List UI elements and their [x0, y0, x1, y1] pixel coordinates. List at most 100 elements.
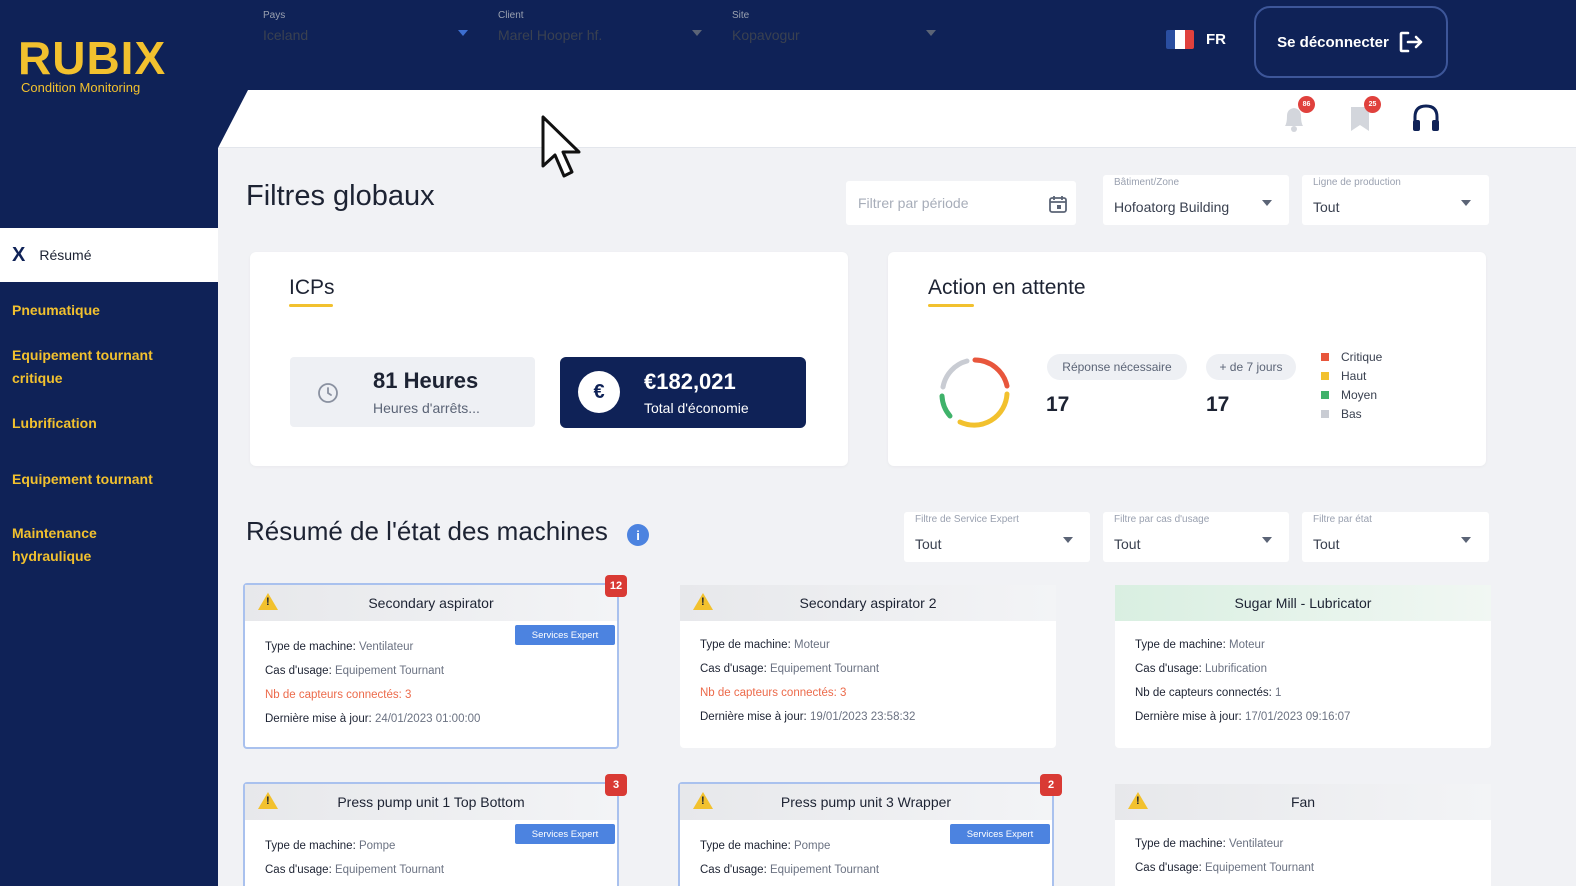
- machine-type-key: Type de machine:: [1135, 838, 1226, 850]
- sidebar-item-pneumatique[interactable]: Pneumatique: [12, 299, 202, 322]
- chevron-down-icon: [1063, 537, 1073, 543]
- chevron-down-icon: [1262, 537, 1272, 543]
- sidebar-item-equipement-tournant[interactable]: Equipement tournant: [12, 468, 202, 491]
- machine-updated-key: Dernière mise à jour:: [1135, 711, 1242, 723]
- sidebar-item-lubrification[interactable]: Lubrification: [12, 412, 202, 435]
- machine-sensors-line: Nb de capteurs connectés: 3: [700, 687, 846, 699]
- downtime-hours-kpi: 81 Heures Heures d'arrêts...: [290, 357, 535, 427]
- legend-label: Critique: [1341, 350, 1383, 364]
- support-button[interactable]: [1410, 102, 1440, 136]
- legend-label: Moyen: [1341, 388, 1378, 402]
- site-label: Site: [732, 10, 750, 21]
- machine-sensors-value: 3: [840, 687, 847, 699]
- close-icon[interactable]: X: [12, 244, 25, 267]
- country-select[interactable]: Pays Iceland: [263, 10, 473, 50]
- sidebar-item-equipement-tournant-critique[interactable]: Equipement tournant critique: [12, 344, 177, 390]
- usecase-filter-value: Tout: [1114, 536, 1141, 552]
- machine-usecase-line: Cas d'usage: Equipement Tournant: [700, 663, 879, 675]
- machine-card-press-pump-unit-3[interactable]: Press pump unit 3 Wrapper 2 Services Exp…: [678, 774, 1062, 886]
- machine-card-press-pump-unit-1[interactable]: Press pump unit 1 Top Bottom 3 Services …: [243, 774, 627, 886]
- machine-usecase-line: Cas d'usage: Equipement Tournant: [1135, 862, 1314, 874]
- machine-sensors-key: Nb de capteurs connectés:: [265, 689, 402, 701]
- machine-usecase-value: Equipement Tournant: [1204, 862, 1315, 874]
- machine-sensors-value: 1: [1275, 687, 1282, 699]
- services-expert-tag[interactable]: Services Expert: [515, 824, 615, 844]
- client-select[interactable]: Client Marel Hooper hf.: [498, 10, 708, 50]
- site-select[interactable]: Site Kopavogur: [732, 10, 942, 50]
- service-expert-filter-value: Tout: [915, 536, 942, 552]
- rubix-logo[interactable]: RUBIX Condition Monitoring: [18, 35, 166, 95]
- client-value: Marel Hooper hf.: [498, 27, 603, 43]
- legend-swatch: [1321, 391, 1329, 399]
- machine-usecase-value: Equipement Tournant: [769, 663, 880, 675]
- sidebar-item-resume[interactable]: X Résumé: [0, 228, 218, 282]
- services-expert-tag[interactable]: Services Expert: [515, 625, 615, 645]
- machine-usecase-key: Cas d'usage:: [1135, 663, 1202, 675]
- production-line-label: Ligne de production: [1313, 177, 1401, 188]
- machine-type-line: Type de machine: Ventilateur: [265, 641, 413, 653]
- production-line-filter[interactable]: Ligne de production Tout: [1302, 175, 1489, 225]
- machine-card-secondary-aspirator-2[interactable]: Secondary aspirator 2 Type de machine: M…: [680, 585, 1056, 748]
- building-label: Bâtiment/Zone: [1114, 177, 1180, 188]
- warning-icon: [258, 792, 278, 809]
- period-filter[interactable]: Filtrer par période: [846, 181, 1076, 225]
- machine-updated-line: Dernière mise à jour: 24/01/2023 01:00:0…: [265, 713, 480, 725]
- machine-usecase-line: Cas d'usage: Equipement Tournant: [265, 864, 444, 876]
- legend-item-haut: Haut: [1321, 369, 1366, 383]
- machine-type-value: Ventilateur: [1228, 838, 1284, 850]
- machine-updated-key: Dernière mise à jour:: [700, 711, 807, 723]
- legend-label: Haut: [1341, 369, 1367, 383]
- machine-sensors-line: Nb de capteurs connectés: 1: [1135, 687, 1281, 699]
- page-title: Filtres globaux: [246, 180, 435, 212]
- machine-updated-line: Dernière mise à jour: 17/01/2023 09:16:0…: [1135, 711, 1350, 723]
- usecase-filter[interactable]: Filtre par cas d'usage Tout: [1103, 512, 1289, 562]
- building-value: Hofoatorg Building: [1114, 199, 1230, 215]
- notifications-button[interactable]: 86: [1280, 96, 1315, 136]
- machine-type-value: Moteur: [1228, 639, 1265, 651]
- machine-sensors-key: Nb de capteurs connectés:: [1135, 687, 1272, 699]
- building-filter[interactable]: Bâtiment/Zone Hofoatorg Building: [1103, 175, 1289, 225]
- title-underline: [289, 304, 333, 307]
- state-filter[interactable]: Filtre par état Tout: [1302, 512, 1489, 562]
- machine-updated-key: Dernière mise à jour:: [265, 713, 372, 725]
- info-icon[interactable]: i: [627, 524, 649, 546]
- alert-count-badge: 12: [605, 575, 627, 597]
- machine-name: Secondary aspirator: [368, 595, 494, 611]
- language-switcher[interactable]: FR: [1166, 30, 1226, 49]
- machine-type-key: Type de machine:: [265, 840, 356, 852]
- title-underline: [928, 304, 974, 307]
- machine-card-sugar-mill-lubricator[interactable]: Sugar Mill - Lubricator Type de machine:…: [1115, 585, 1491, 748]
- alerts-button[interactable]: 25: [1346, 96, 1381, 136]
- older-than-7-days-count: 17: [1206, 393, 1230, 416]
- legend-label: Bas: [1341, 407, 1362, 421]
- sidebar-item-maintenance-hydraulique[interactable]: Maintenance hydraulique: [12, 522, 142, 568]
- machine-card-header: Fan: [1115, 784, 1491, 820]
- machine-sensors-value: 3: [405, 689, 412, 701]
- savings-value: €182,021: [644, 369, 736, 394]
- machine-name: Press pump unit 3 Wrapper: [780, 794, 952, 810]
- sidebar-item-label: Résumé: [39, 247, 92, 263]
- machine-card-secondary-aspirator[interactable]: Secondary aspirator 12 Services Expert T…: [243, 575, 627, 749]
- logout-icon: [1399, 31, 1423, 53]
- machine-type-key: Type de machine:: [265, 641, 356, 653]
- calendar-icon: [1049, 196, 1067, 213]
- machine-type-value: Moteur: [793, 639, 830, 651]
- savings-kpi: € €182,021 Total d'économie: [560, 357, 806, 428]
- production-line-value: Tout: [1313, 199, 1340, 215]
- machine-type-line: Type de machine: Pompe: [700, 840, 830, 852]
- response-needed-pill[interactable]: Réponse nécessaire: [1047, 354, 1187, 380]
- service-expert-filter[interactable]: Filtre de Service Expert Tout: [904, 512, 1090, 562]
- machine-name: Sugar Mill - Lubricator: [1234, 595, 1372, 611]
- machine-card-fan[interactable]: Fan Type de machine: Ventilateur Cas d'u…: [1115, 784, 1491, 886]
- priority-donut-chart: [939, 357, 1010, 428]
- chevron-down-icon: [1461, 200, 1471, 206]
- warning-icon: [258, 593, 278, 610]
- service-expert-filter-label: Filtre de Service Expert: [915, 514, 1019, 525]
- chevron-down-icon: [1461, 537, 1471, 543]
- older-than-7-days-pill[interactable]: + de 7 jours: [1206, 354, 1296, 380]
- notifications-count-badge: 86: [1298, 96, 1315, 113]
- services-expert-tag[interactable]: Services Expert: [950, 824, 1050, 844]
- logout-button[interactable]: Se déconnecter: [1254, 6, 1448, 78]
- machine-usecase-key: Cas d'usage:: [1135, 862, 1202, 874]
- period-placeholder: Filtrer par période: [858, 195, 969, 211]
